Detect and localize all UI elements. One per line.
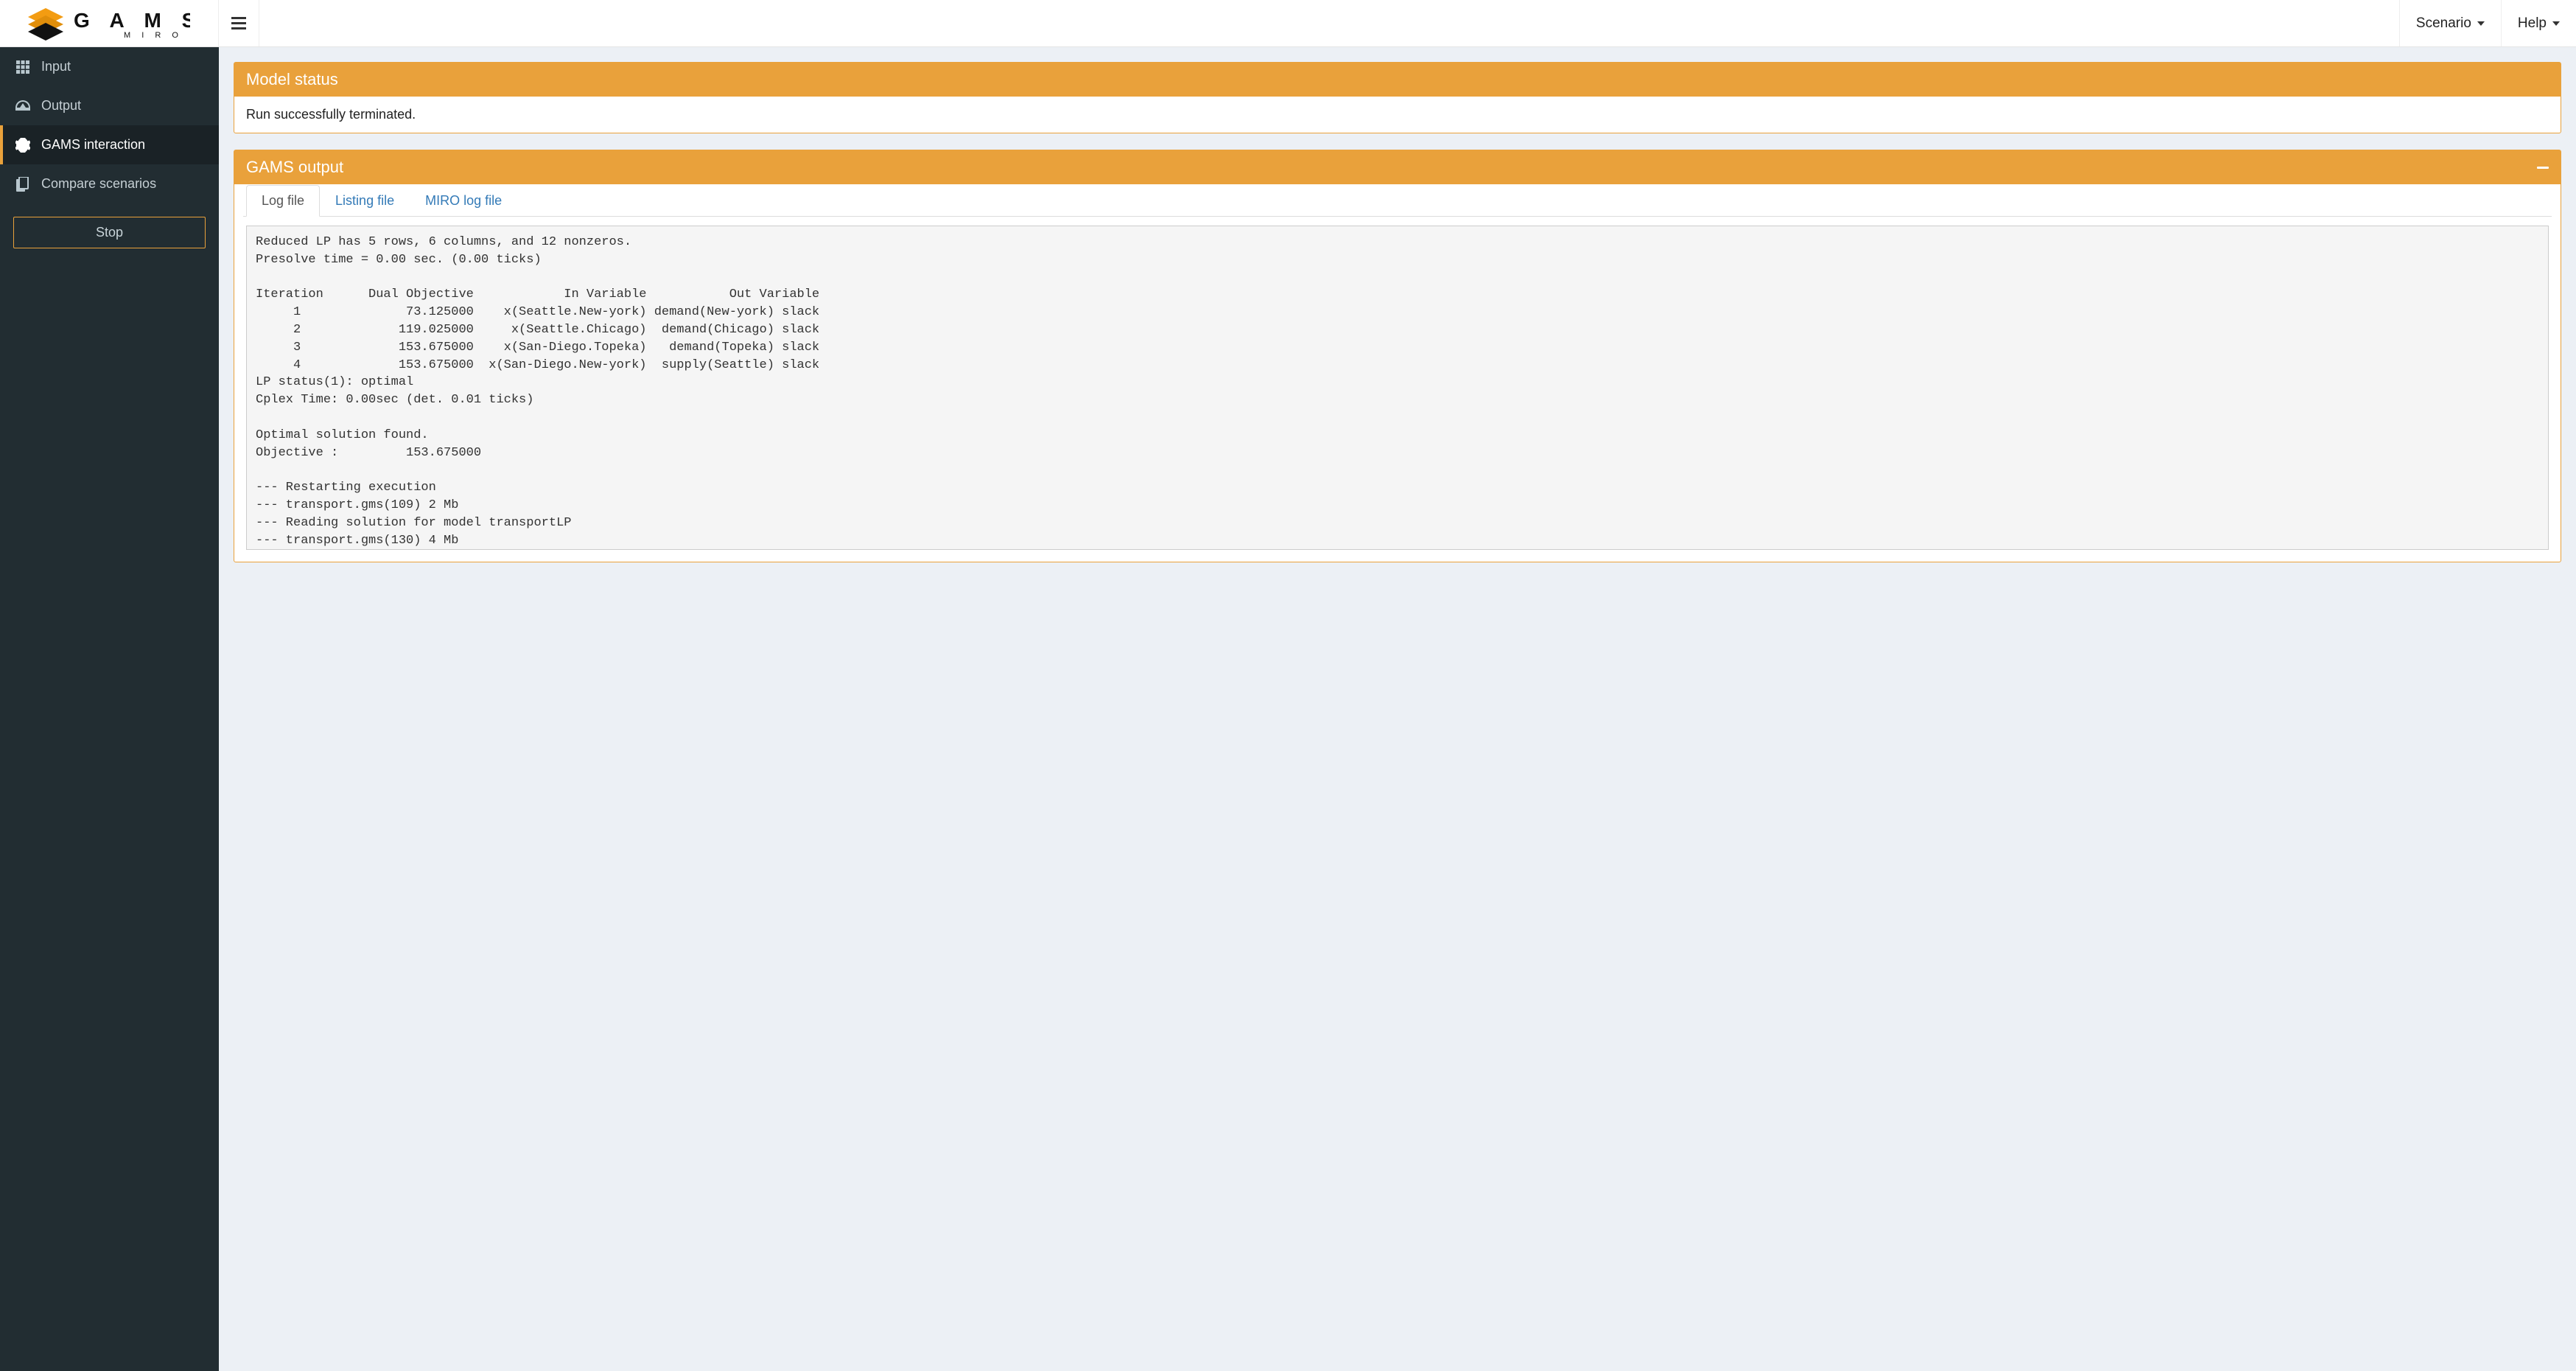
help-menu-label: Help [2518, 15, 2547, 32]
scenario-menu-label: Scenario [2416, 15, 2471, 32]
log-output[interactable]: Reduced LP has 5 rows, 6 columns, and 12… [246, 226, 2549, 550]
tab-log-file[interactable]: Log file [246, 185, 320, 217]
main-content: Model status Run successfully terminated… [219, 47, 2576, 1371]
sidebar-item-label: Input [41, 59, 71, 74]
sidebar-item-label: Output [41, 98, 81, 114]
sidebar-item-output[interactable]: Output [0, 86, 219, 125]
top-bar: G A M S M I R O Scenario Help [0, 0, 2576, 47]
caret-down-icon [2552, 21, 2560, 26]
panel-title: Model status [246, 70, 338, 89]
sidebar: Input Output GAMS interaction Compare sc… [0, 47, 219, 1371]
scenario-menu[interactable]: Scenario [2399, 0, 2501, 46]
tab-listing-file[interactable]: Listing file [320, 185, 410, 217]
caret-down-icon [2477, 21, 2485, 26]
tab-miro-log-file[interactable]: MIRO log file [410, 185, 517, 217]
gear-icon [15, 138, 31, 153]
gams-output-panel: GAMS output Log file Listing file MIRO l… [234, 150, 2561, 562]
hamburger-icon [231, 17, 246, 29]
model-status-header: Model status [234, 63, 2561, 97]
top-menu: Scenario Help [2399, 0, 2576, 46]
sidebar-item-label: GAMS interaction [41, 137, 145, 153]
stop-button[interactable]: Stop [13, 217, 206, 248]
model-status-panel: Model status Run successfully terminated… [234, 62, 2561, 133]
model-status-body: Run successfully terminated. [234, 97, 2561, 133]
sidebar-toggle[interactable] [219, 0, 259, 46]
sidebar-item-compare-scenarios[interactable]: Compare scenarios [0, 164, 219, 203]
help-menu[interactable]: Help [2501, 0, 2576, 46]
logo-text-main: G A M S [74, 9, 190, 32]
collapse-icon[interactable] [2537, 167, 2549, 169]
sidebar-item-input[interactable]: Input [0, 47, 219, 86]
stop-button-label: Stop [96, 225, 123, 240]
grid-icon [15, 60, 31, 74]
sidebar-item-gams-interaction[interactable]: GAMS interaction [0, 125, 219, 164]
app-logo: G A M S M I R O [0, 0, 219, 46]
sidebar-item-label: Compare scenarios [41, 176, 156, 192]
output-tabs: Log file Listing file MIRO log file [243, 184, 2552, 217]
gams-output-header: GAMS output [234, 150, 2561, 184]
tab-label: Log file [262, 193, 304, 208]
gauge-icon [15, 100, 31, 112]
panel-title: GAMS output [246, 158, 343, 177]
logo-text-sub: M I R O [124, 31, 183, 40]
copy-icon [15, 177, 31, 192]
tab-label: Listing file [335, 193, 394, 208]
tab-label: MIRO log file [425, 193, 502, 208]
